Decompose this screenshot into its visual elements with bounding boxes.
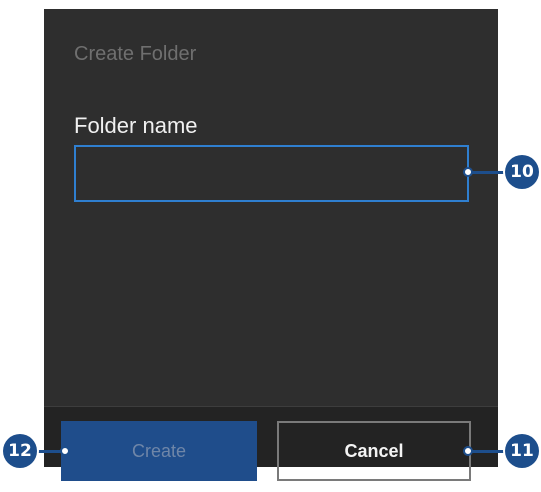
create-button[interactable]: Create xyxy=(61,421,257,481)
dialog-footer: Create Cancel xyxy=(44,407,498,481)
callout-12-dot xyxy=(60,446,70,456)
create-folder-dialog: Create Folder Folder name Create Cancel xyxy=(44,9,498,481)
folder-name-input[interactable] xyxy=(74,145,469,202)
callout-11-line xyxy=(469,450,509,453)
callout-11-badge: 11 xyxy=(505,434,539,468)
callout-10-badge: 10 xyxy=(505,155,539,189)
callout-10-dot xyxy=(463,167,473,177)
cancel-button[interactable]: Cancel xyxy=(277,421,471,481)
callout-12-badge: 12 xyxy=(3,434,37,468)
folder-name-label: Folder name xyxy=(74,113,198,138)
callout-10-line xyxy=(469,171,509,174)
callout-11-dot xyxy=(463,446,473,456)
dialog-title: Create Folder xyxy=(74,43,197,65)
